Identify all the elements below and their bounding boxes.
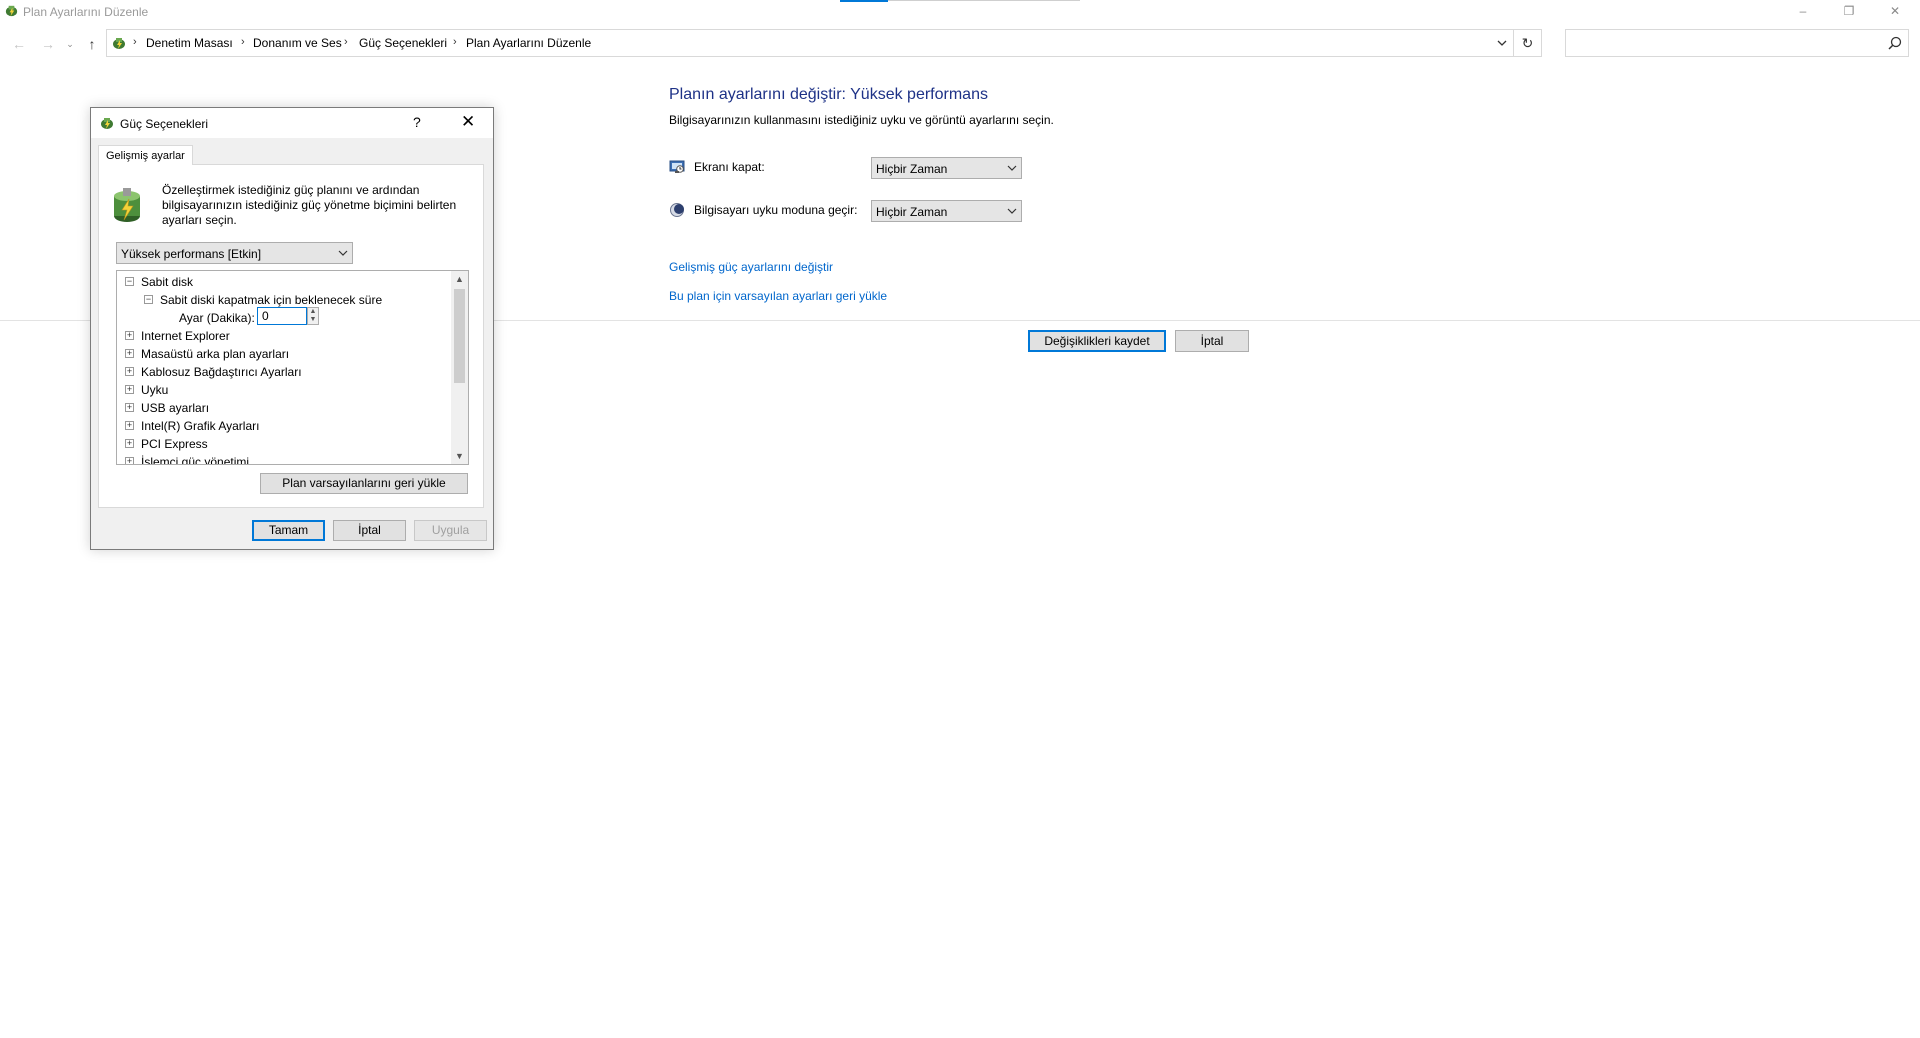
advanced-settings-link[interactable]: Gelişmiş güç ayarlarını değiştir xyxy=(669,260,833,274)
cancel-button[interactable]: İptal xyxy=(1175,330,1249,352)
page-subtitle: Bilgisayarınızın kullanmasını istediğini… xyxy=(669,113,1054,127)
title-divider xyxy=(888,0,1080,1)
moon-icon xyxy=(670,203,684,217)
tree-item-label: Sabit diski kapatmak için beklenecek sür… xyxy=(160,293,383,307)
expand-icon[interactable]: + xyxy=(125,421,134,430)
spin-up-icon[interactable]: ▲ xyxy=(308,308,318,316)
power-options-icon xyxy=(5,5,18,17)
scroll-thumb[interactable] xyxy=(454,289,465,383)
tab-advanced-settings[interactable]: Gelişmiş ayarlar xyxy=(98,145,193,165)
tree-item-label: Kablosuz Bağdaştırıcı Ayarları xyxy=(141,365,302,379)
up-arrow-icon[interactable]: ↑ xyxy=(81,33,103,55)
tree-item-label: USB ayarları xyxy=(141,401,210,415)
breadcrumb-separator: › xyxy=(453,36,457,48)
scroll-down-icon[interactable]: ▼ xyxy=(454,451,465,461)
refresh-button[interactable]: ↻ xyxy=(1514,29,1542,57)
minutes-input[interactable]: 0 xyxy=(257,307,307,325)
chevron-down-icon xyxy=(338,250,348,256)
breadcrumb-hardware-sound[interactable]: Donanım ve Ses xyxy=(253,36,342,50)
spin-down-icon[interactable]: ▼ xyxy=(308,316,318,324)
tree-item-label: Internet Explorer xyxy=(141,329,230,343)
dialog-intro-text: Özelleştirmek istediğiniz güç planını ve… xyxy=(162,183,457,227)
restore-plan-defaults-button[interactable]: Plan varsayılanlarını geri yükle xyxy=(260,473,468,494)
maximize-button[interactable]: ❐ xyxy=(1826,0,1872,22)
expand-icon[interactable]: + xyxy=(125,385,134,394)
settings-tree[interactable]: − Sabit disk − Sabit diski kapatmak için… xyxy=(116,270,469,465)
collapse-icon[interactable]: − xyxy=(125,277,134,286)
close-window-button[interactable]: ✕ xyxy=(1872,0,1918,22)
dialog-close-button[interactable]: ✕ xyxy=(461,112,475,132)
breadcrumb-control-panel[interactable]: Denetim Masası xyxy=(146,36,233,50)
sleep-label: Bilgisayarı uyku moduna geçir: xyxy=(694,203,858,217)
breadcrumb-edit-plan[interactable]: Plan Ayarlarını Düzenle xyxy=(466,36,591,50)
dialog-cancel-button[interactable]: İptal xyxy=(333,520,406,541)
expand-icon[interactable]: + xyxy=(125,439,134,448)
sleep-value: Hiçbir Zaman xyxy=(876,205,948,219)
battery-power-icon xyxy=(114,188,140,222)
breadcrumb-separator: › xyxy=(344,36,348,48)
chevron-down-icon xyxy=(1007,165,1017,171)
recent-locations-icon[interactable]: ⌄ xyxy=(63,33,77,55)
control-panel-icon xyxy=(113,38,125,49)
sleep-select[interactable]: Hiçbir Zaman xyxy=(871,200,1022,222)
minutes-spinner[interactable]: ▲ ▼ xyxy=(307,307,319,325)
chevron-down-icon xyxy=(1007,208,1017,214)
tree-item-label: Uyku xyxy=(141,383,169,397)
power-options-icon xyxy=(101,118,113,129)
setting-minutes-label: Ayar (Dakika): xyxy=(179,311,255,325)
power-plan-select[interactable]: Yüksek performans [Etkin] xyxy=(116,242,353,264)
search-icon xyxy=(1888,36,1902,50)
dialog-titlebar: Güç Seçenekleri ? ✕ xyxy=(91,108,493,138)
ok-button[interactable]: Tamam xyxy=(252,520,325,541)
back-arrow-icon[interactable]: ← xyxy=(8,33,30,55)
expand-icon[interactable]: + xyxy=(125,457,134,464)
tree-scrollbar[interactable]: ▲ ▼ xyxy=(451,271,468,464)
expand-icon[interactable]: + xyxy=(125,367,134,376)
tree-item-label: Masaüstü arka plan ayarları xyxy=(141,347,290,361)
display-off-value: Hiçbir Zaman xyxy=(876,162,948,176)
window-titlebar: Plan Ayarlarını Düzenle – ❐ ✕ xyxy=(0,0,1920,24)
address-bar[interactable]: › Denetim Masası › Donanım ve Ses › Güç … xyxy=(106,29,1514,57)
tree-item-label: PCI Express xyxy=(141,437,208,451)
monitor-icon xyxy=(669,160,685,173)
expand-icon[interactable]: + xyxy=(125,403,134,412)
breadcrumb-power-options[interactable]: Güç Seçenekleri xyxy=(359,36,447,50)
tree-item-label: Sabit disk xyxy=(141,275,194,289)
restore-defaults-link[interactable]: Bu plan için varsayılan ayarları geri yü… xyxy=(669,289,887,303)
save-changes-button[interactable]: Değişiklikleri kaydet xyxy=(1028,330,1166,352)
display-off-select[interactable]: Hiçbir Zaman xyxy=(871,157,1022,179)
scroll-up-icon[interactable]: ▲ xyxy=(454,274,465,284)
expand-icon[interactable]: + xyxy=(125,349,134,358)
display-off-label: Ekranı kapat: xyxy=(694,160,765,174)
search-input[interactable] xyxy=(1565,29,1909,57)
power-plan-value: Yüksek performans [Etkin] xyxy=(121,247,262,261)
page-title: Planın ayarlarını değiştir: Yüksek perfo… xyxy=(669,86,988,103)
minimize-button[interactable]: – xyxy=(1780,0,1826,22)
chevron-down-icon[interactable] xyxy=(1493,33,1511,53)
expand-icon[interactable]: + xyxy=(125,331,134,340)
breadcrumb-separator: › xyxy=(241,36,245,48)
forward-arrow-icon[interactable]: → xyxy=(37,33,59,55)
title-accent-line xyxy=(840,0,888,2)
window-title: Plan Ayarlarını Düzenle xyxy=(23,5,149,19)
breadcrumb-separator: › xyxy=(133,36,137,48)
dialog-title: Güç Seçenekleri xyxy=(120,117,209,131)
tree-item-label: İşlemci güç yönetimi xyxy=(141,455,250,465)
collapse-icon[interactable]: − xyxy=(144,295,153,304)
apply-button[interactable]: Uygula xyxy=(414,520,487,541)
power-options-dialog: Güç Seçenekleri ? ✕ Gelişmiş ayarlar Öze… xyxy=(90,107,494,550)
tree-item-label: Intel(R) Grafik Ayarları xyxy=(141,419,260,433)
help-button[interactable]: ? xyxy=(413,114,421,130)
